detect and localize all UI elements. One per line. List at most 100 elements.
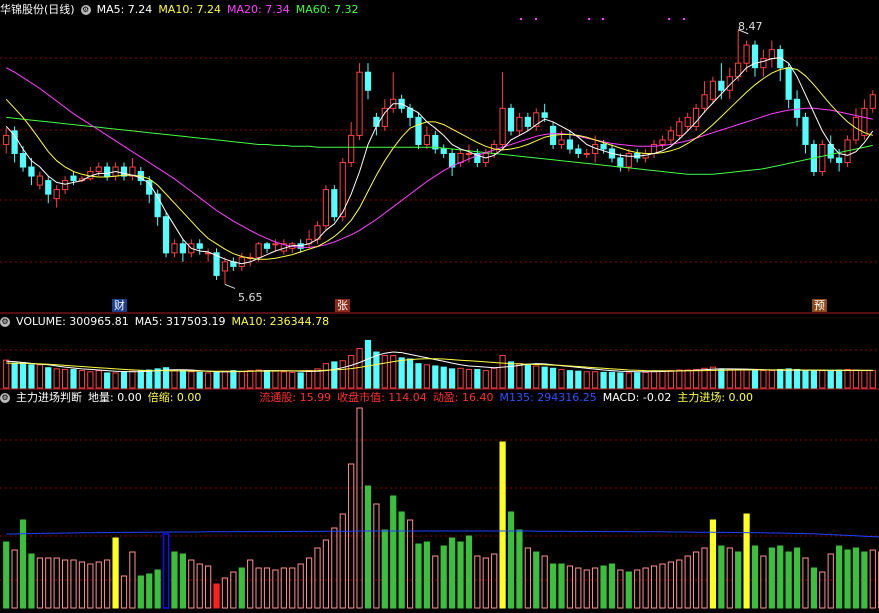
- volume-bar: [146, 369, 153, 389]
- signal-dot: [535, 18, 537, 20]
- volume-bar: [87, 371, 94, 389]
- volume-bar: [735, 369, 742, 389]
- financial-report-tag[interactable]: 财: [112, 299, 127, 312]
- indicator-bar: [659, 563, 666, 609]
- volume-ma5-value: MA5: 317503.19: [134, 315, 226, 328]
- volume-settings-icon[interactable]: ⚙: [0, 317, 10, 327]
- volume-value: VOLUME: 300965.81: [16, 315, 129, 328]
- ma60-line: [6, 116, 873, 175]
- indicator-bar: [322, 539, 330, 609]
- indicator-bar: [28, 553, 35, 609]
- volume-bar: [575, 370, 582, 389]
- volume-bar: [667, 370, 674, 389]
- volume-bar: [608, 371, 616, 389]
- indicator-bar: [449, 537, 456, 609]
- volume-bar: [415, 363, 422, 389]
- signal-dot: [668, 18, 670, 20]
- indicator-panel-header: ⚙ 主力进场判断 地量: 0.00 倍缩: 0.00 流通股: 15.99 收盘市值: 1…: [0, 391, 759, 405]
- volume-bar: [592, 371, 599, 389]
- volume-bar: [583, 371, 590, 389]
- low-price-annotation: 5.65: [238, 291, 263, 304]
- forecast-tag[interactable]: 预: [812, 299, 827, 312]
- candle-body: [331, 189, 338, 218]
- candle-body: [45, 180, 52, 195]
- ma10-line: [5, 67, 873, 260]
- candle-body: [36, 175, 43, 186]
- candle-body: [768, 49, 775, 60]
- indicator-bar: [280, 567, 287, 609]
- bs-value: 倍缩: 0.00: [147, 391, 202, 404]
- signal-dot: [602, 18, 604, 20]
- chart-canvas[interactable]: [0, 0, 879, 613]
- volume-bar: [423, 364, 430, 389]
- indicator-bar: [247, 559, 254, 609]
- indicator-bar: [709, 519, 717, 609]
- main-panel-header: 华锦股份(日线) ⚙ MA5: 7.24 MA10: 7.24 MA20: 7.34 MA…: [0, 3, 364, 17]
- volume-bar: [348, 355, 355, 389]
- volume-bar: [743, 369, 750, 389]
- candle-body: [785, 67, 792, 100]
- indicator-bar: [120, 575, 128, 609]
- volume-bar: [179, 370, 186, 389]
- volume-bar: [541, 366, 548, 389]
- indicator-bar: [213, 583, 220, 609]
- volume-bar: [53, 368, 60, 389]
- candle-body: [171, 243, 178, 254]
- candle-body: [836, 157, 843, 164]
- indicator-settings-icon[interactable]: ⚙: [0, 393, 10, 403]
- candle-body: [819, 143, 826, 173]
- volume-bar: [255, 369, 262, 389]
- volume-bar: [137, 370, 144, 389]
- volume-bar: [289, 371, 296, 389]
- indicator-bar: [684, 555, 691, 609]
- volume-bar: [230, 370, 237, 389]
- indicator-bar: [743, 513, 750, 609]
- candle-body: [600, 143, 607, 150]
- indicator-bar: [861, 551, 868, 609]
- volume-bar: [154, 368, 161, 389]
- stock-title: 华锦股份(日线): [0, 3, 75, 16]
- settings-gear-icon[interactable]: ⚙: [80, 5, 91, 15]
- indicator-bar: [575, 567, 582, 609]
- ltg-value: 流通股: 15.99: [259, 391, 332, 404]
- limit-up-tag[interactable]: 张: [335, 299, 350, 312]
- candle-body: [238, 256, 245, 267]
- volume-bar: [558, 368, 565, 389]
- indicator-bar: [751, 545, 759, 609]
- volume-bar: [171, 369, 178, 389]
- volume-bar: [364, 339, 372, 389]
- indicator-bar: [676, 559, 683, 609]
- volume-bar: [188, 371, 195, 389]
- volume-ma5-line: [6, 351, 873, 373]
- indicator-bar: [482, 557, 489, 609]
- candle-body: [617, 157, 624, 168]
- candle-body: [104, 166, 111, 177]
- signal-dot: [683, 18, 685, 20]
- indicator-bar: [718, 545, 725, 609]
- candle-body: [684, 116, 691, 127]
- indicator-bar: [785, 551, 792, 609]
- indicator-bar: [869, 549, 876, 609]
- indicator-bar: [61, 559, 69, 609]
- volume-bar: [305, 370, 313, 389]
- indicator-bar: [390, 495, 397, 609]
- indicator-bar: [533, 551, 540, 609]
- candle-body: [11, 130, 18, 154]
- signal-dot: [520, 18, 522, 20]
- candle-body: [348, 134, 355, 164]
- indicator-bar: [701, 547, 708, 609]
- volume-bar: [642, 371, 649, 389]
- macd-value: MACD: -0.02: [602, 391, 672, 404]
- candle-body: [793, 98, 801, 118]
- volume-bar: [120, 371, 128, 389]
- candle-body: [3, 134, 10, 145]
- volume-bar: [634, 372, 641, 389]
- volume-bar: [777, 368, 784, 389]
- volume-bar: [129, 370, 136, 389]
- volume-bar: [3, 359, 10, 389]
- indicator-bar: [499, 441, 506, 609]
- indicator-bar: [87, 563, 94, 609]
- indicator-bar: [196, 563, 203, 609]
- indicator-bar: [406, 519, 414, 609]
- volume-bar: [61, 368, 69, 389]
